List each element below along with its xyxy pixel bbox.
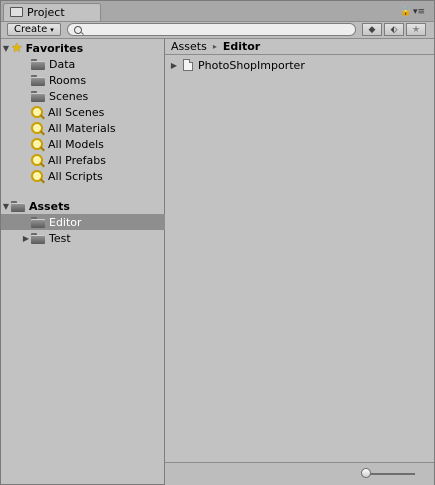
project-folder-icon xyxy=(10,6,23,17)
favorites-label: Favorites xyxy=(25,41,84,55)
folder-icon xyxy=(31,74,45,86)
folder-icon xyxy=(11,200,25,212)
filter-by-type-button[interactable]: ◆ xyxy=(362,23,382,36)
search-icon xyxy=(31,137,44,151)
search-icon xyxy=(31,121,44,135)
breadcrumb: Assets ▸ Editor xyxy=(165,39,434,55)
favorite-label: All Scenes xyxy=(48,105,105,119)
filter-by-label-button[interactable]: ⬖ xyxy=(384,23,404,36)
toolbar: Create ▾ ◆ ⬖ ★ xyxy=(1,22,434,39)
file-label: PhotoShopImporter xyxy=(198,58,305,72)
assets-label: Assets xyxy=(29,199,70,213)
breadcrumb-current[interactable]: Editor xyxy=(223,40,260,53)
search-icon xyxy=(31,169,44,183)
search-field[interactable] xyxy=(67,23,356,36)
expand-arrow-icon[interactable]: ▼ xyxy=(1,202,11,211)
folder-icon xyxy=(31,90,45,102)
folder-icon xyxy=(31,216,45,228)
search-icon xyxy=(31,105,44,119)
content-panel: Assets ▸ Editor ▶ PhotoShopImporter xyxy=(165,39,434,484)
expand-arrow-icon[interactable]: ▶ xyxy=(169,61,179,70)
tab-project[interactable]: Project xyxy=(3,3,101,21)
tree-item-label: Editor xyxy=(49,215,82,229)
favorite-label: All Models xyxy=(48,137,104,151)
create-label: Create xyxy=(14,24,48,35)
document-icon xyxy=(183,59,193,71)
status-bar xyxy=(165,462,434,485)
breadcrumb-separator-icon: ▸ xyxy=(212,42,217,51)
favorite-label: All Materials xyxy=(48,121,116,135)
tree-item-editor[interactable]: Editor xyxy=(1,214,184,230)
favorite-label: Scenes xyxy=(49,89,89,103)
star-icon: ★ xyxy=(11,40,23,56)
breadcrumb-root[interactable]: Assets xyxy=(171,40,207,53)
assets-header[interactable]: ▼ Assets xyxy=(1,198,164,214)
chevron-down-icon: ▾ xyxy=(50,25,54,34)
tree-item-label: Test xyxy=(49,231,71,245)
zoom-slider-track[interactable] xyxy=(367,473,415,475)
shapes-icon: ◆ xyxy=(368,24,376,35)
favorite-label: Data xyxy=(49,57,76,71)
list-item[interactable]: ▶ PhotoShopImporter xyxy=(165,57,305,73)
favorite-button[interactable]: ★ xyxy=(406,23,426,36)
favorite-label: All Prefabs xyxy=(48,153,106,167)
expand-arrow-icon[interactable]: ▶ xyxy=(21,234,31,243)
tag-icon: ⬖ xyxy=(390,24,398,35)
expand-arrow-icon[interactable]: ▼ xyxy=(1,44,11,53)
menu-icon[interactable]: ▾≡ xyxy=(413,7,425,17)
zoom-slider-handle[interactable] xyxy=(361,468,371,478)
lock-icon[interactable]: 🔒 xyxy=(400,7,411,17)
tree-item-test[interactable]: ▶ Test xyxy=(1,230,184,246)
favorite-label: All Scripts xyxy=(48,169,103,183)
tab-label: Project xyxy=(27,6,65,19)
search-icon xyxy=(31,153,44,167)
folder-icon xyxy=(31,58,45,70)
favorite-label: Rooms xyxy=(49,73,87,87)
search-icon xyxy=(74,26,82,34)
project-window: Project 🔒 ▾≡ Create ▾ ◆ ⬖ ★ ▼ ★ Favorite… xyxy=(0,0,435,485)
tab-strip: Project 🔒 ▾≡ xyxy=(1,1,434,22)
folder-icon xyxy=(31,232,45,244)
star-icon: ★ xyxy=(411,24,421,35)
folder-tree-panel: ▼ ★ Favorites Data Rooms Scenes All Scen… xyxy=(1,39,184,484)
search-input[interactable] xyxy=(84,24,344,35)
create-button[interactable]: Create ▾ xyxy=(7,23,61,36)
favorites-header[interactable]: ▼ ★ Favorites xyxy=(1,40,164,56)
